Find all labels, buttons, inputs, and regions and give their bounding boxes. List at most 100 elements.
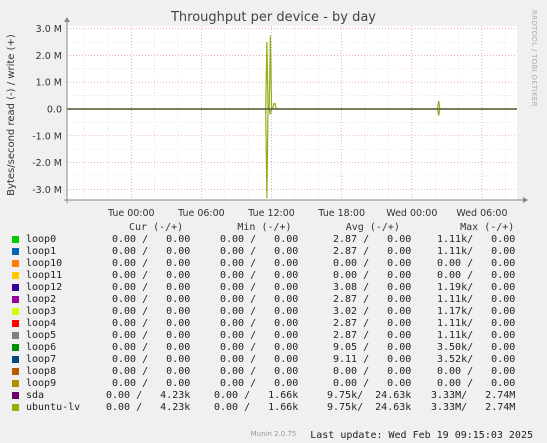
legend-cur-value: 0.00 / 0.00 — [112, 342, 191, 353]
y-tick-label: -2.0 M — [32, 158, 62, 169]
throughput-chart: 3.0 M 2.0 M 1.0 M 0.0 -1.0 M -2.0 M -3.0 M Tue… — [6, 17, 528, 219]
legend-device-name: loop0 — [26, 234, 57, 245]
x-tick-label: Tue 12:00 — [247, 208, 295, 219]
legend-max-value: 1.17k/ 0.00 — [437, 306, 516, 317]
y-tick-labels: 3.0 M 2.0 M 1.0 M 0.0 -1.0 M -2.0 M -3.0 M — [32, 24, 62, 196]
legend-min-value: 0.00 / 0.00 — [220, 294, 299, 305]
legend-min-value: 0.00 / 0.00 — [220, 282, 299, 293]
legend-min-value: 0.00 / 0.00 — [220, 306, 299, 317]
legend-max-value: 3.50k/ 0.00 — [437, 342, 516, 353]
legend-min-value: 0.00 / 0.00 — [220, 318, 299, 329]
legend-cur-value: 0.00 / 0.00 — [112, 318, 191, 329]
legend-min-value: 0.00 / 0.00 — [220, 330, 299, 341]
legend-swatch — [12, 332, 19, 339]
legend-cur-value: 0.00 / 0.00 — [112, 366, 191, 377]
legend-max-value: 0.00 / 0.00 — [437, 378, 516, 389]
y-axis-label: Bytes/second read (-) / write (+) — [6, 34, 17, 196]
x-axis-arrow — [523, 197, 528, 203]
legend-cur-value: 0.00 / 0.00 — [112, 306, 191, 317]
legend-min-value: 0.00 / 0.00 — [220, 366, 299, 377]
plot-area — [67, 26, 517, 200]
legend-cur-value: 0.00 / 0.00 — [112, 282, 191, 293]
legend-min-value: 0.00 / 0.00 — [220, 342, 299, 353]
munin-version-footer: Munin 2.0.75 — [250, 430, 297, 438]
y-tick-label: 2.0 M — [36, 51, 62, 62]
legend-max-value: 1.11k/ 0.00 — [437, 246, 516, 257]
x-tick-label: Tue 00:00 — [107, 208, 155, 219]
legend-avg-value: 3.02 / 0.00 — [333, 306, 412, 317]
legend-cur-value: 0.00 / 0.00 — [112, 246, 191, 257]
legend-swatch — [12, 356, 19, 363]
legend-max-value: 3.33M/ 2.74M — [431, 402, 516, 413]
legend-min-value: 0.00 / 1.66k — [214, 390, 299, 401]
legend-cur-value: 0.00 / 0.00 — [112, 330, 191, 341]
legend-max-value: 1.11k/ 0.00 — [437, 234, 516, 245]
legend-device-name: loop7 — [26, 354, 57, 365]
legend-avg-value: 9.75k/ 24.63k — [327, 390, 412, 401]
x-tick-label: Wed 06:00 — [456, 208, 507, 219]
legend-cur-value: 0.00 / 0.00 — [112, 270, 191, 281]
legend-avg-value: 0.00 / 0.00 — [333, 258, 412, 269]
legend-avg-value: 2.87 / 0.00 — [333, 318, 412, 329]
legend-max-value: 1.11k/ 0.00 — [437, 318, 516, 329]
legend-device-name: loop5 — [26, 330, 57, 341]
y-axis-arrow — [64, 17, 70, 22]
y-tick-label: -3.0 M — [32, 185, 62, 196]
legend-swatch — [12, 308, 19, 315]
legend-min-value: 0.00 / 0.00 — [220, 258, 299, 269]
legend-device-name: loop8 — [26, 366, 57, 377]
legend-cur-value: 0.00 / 0.00 — [112, 294, 191, 305]
x-tick-label: Tue 06:00 — [177, 208, 225, 219]
legend-swatch — [12, 284, 19, 291]
legend-swatch — [12, 296, 19, 303]
legend-device-name: ubuntu-lv — [26, 402, 81, 413]
legend-min-value: 0.00 / 0.00 — [220, 378, 299, 389]
legend-max-value: 1.11k/ 0.00 — [437, 294, 516, 305]
x-tick-label: Tue 18:00 — [317, 208, 365, 219]
legend-swatch — [12, 392, 19, 399]
legend-swatch — [12, 260, 19, 267]
legend-cur-value: 0.00 / 4.23k — [106, 402, 191, 413]
legend-device-name: loop10 — [26, 258, 63, 269]
x-tick-label: Wed 00:00 — [386, 208, 437, 219]
legend-avg-value: 0.00 / 0.00 — [333, 270, 412, 281]
legend-avg-value: 9.11 / 0.00 — [333, 354, 412, 365]
legend-avg-value: 2.87 / 0.00 — [333, 246, 412, 257]
legend-header: Cur (-/+) Min (-/+) Avg (-/+) Max (-/+) — [129, 222, 515, 233]
y-tick-label: 0.0 — [47, 104, 62, 115]
legend-avg-value: 2.87 / 0.00 — [333, 234, 412, 245]
legend-cur-value: 0.00 / 0.00 — [112, 354, 191, 365]
legend-cur-value: 0.00 / 0.00 — [112, 258, 191, 269]
legend-avg-value: 2.87 / 0.00 — [333, 294, 412, 305]
legend-avg-value: 9.75k/ 24.63k — [327, 402, 412, 413]
legend-swatch — [12, 272, 19, 279]
legend-max-value: 0.00 / 0.00 — [437, 258, 516, 269]
y-tick-label: -1.0 M — [32, 131, 62, 142]
legend-swatch — [12, 380, 19, 387]
legend-avg-value: 0.00 / 0.00 — [333, 378, 412, 389]
legend-min-value: 0.00 / 1.66k — [214, 402, 299, 413]
legend-device-name: loop6 — [26, 342, 57, 353]
legend-device-name: loop3 — [26, 306, 57, 317]
legend-swatch — [12, 368, 19, 375]
legend-max-value: 0.00 / 0.00 — [437, 366, 516, 377]
legend-swatch — [12, 248, 19, 255]
legend-swatch — [12, 404, 19, 411]
legend-device-name: loop11 — [26, 270, 63, 281]
legend-max-value: 1.11k/ 0.00 — [437, 330, 516, 341]
x-tick-labels: Tue 00:00 Tue 06:00 Tue 12:00 Tue 18:00 Wed … — [107, 208, 508, 219]
legend-swatch — [12, 344, 19, 351]
legend-min-value: 0.00 / 0.00 — [220, 234, 299, 245]
legend-min-value: 0.00 / 0.00 — [220, 354, 299, 365]
legend-device-name: loop12 — [26, 282, 63, 293]
legend-device-name: loop9 — [26, 378, 57, 389]
legend-min-value: 0.00 / 0.00 — [220, 270, 299, 281]
legend-cur-value: 0.00 / 0.00 — [112, 378, 191, 389]
legend-device-name: loop1 — [26, 246, 57, 257]
y-tick-label: 3.0 M — [36, 24, 62, 35]
legend-device-name: loop2 — [26, 294, 57, 305]
legend-min-value: 0.00 / 0.00 — [220, 246, 299, 257]
legend-cur-value: 0.00 / 4.23k — [106, 390, 191, 401]
munin-graph-page: Throughput per device - by day RRDTOOL /… — [0, 0, 547, 443]
legend-max-value: 1.19k/ 0.00 — [437, 282, 516, 293]
